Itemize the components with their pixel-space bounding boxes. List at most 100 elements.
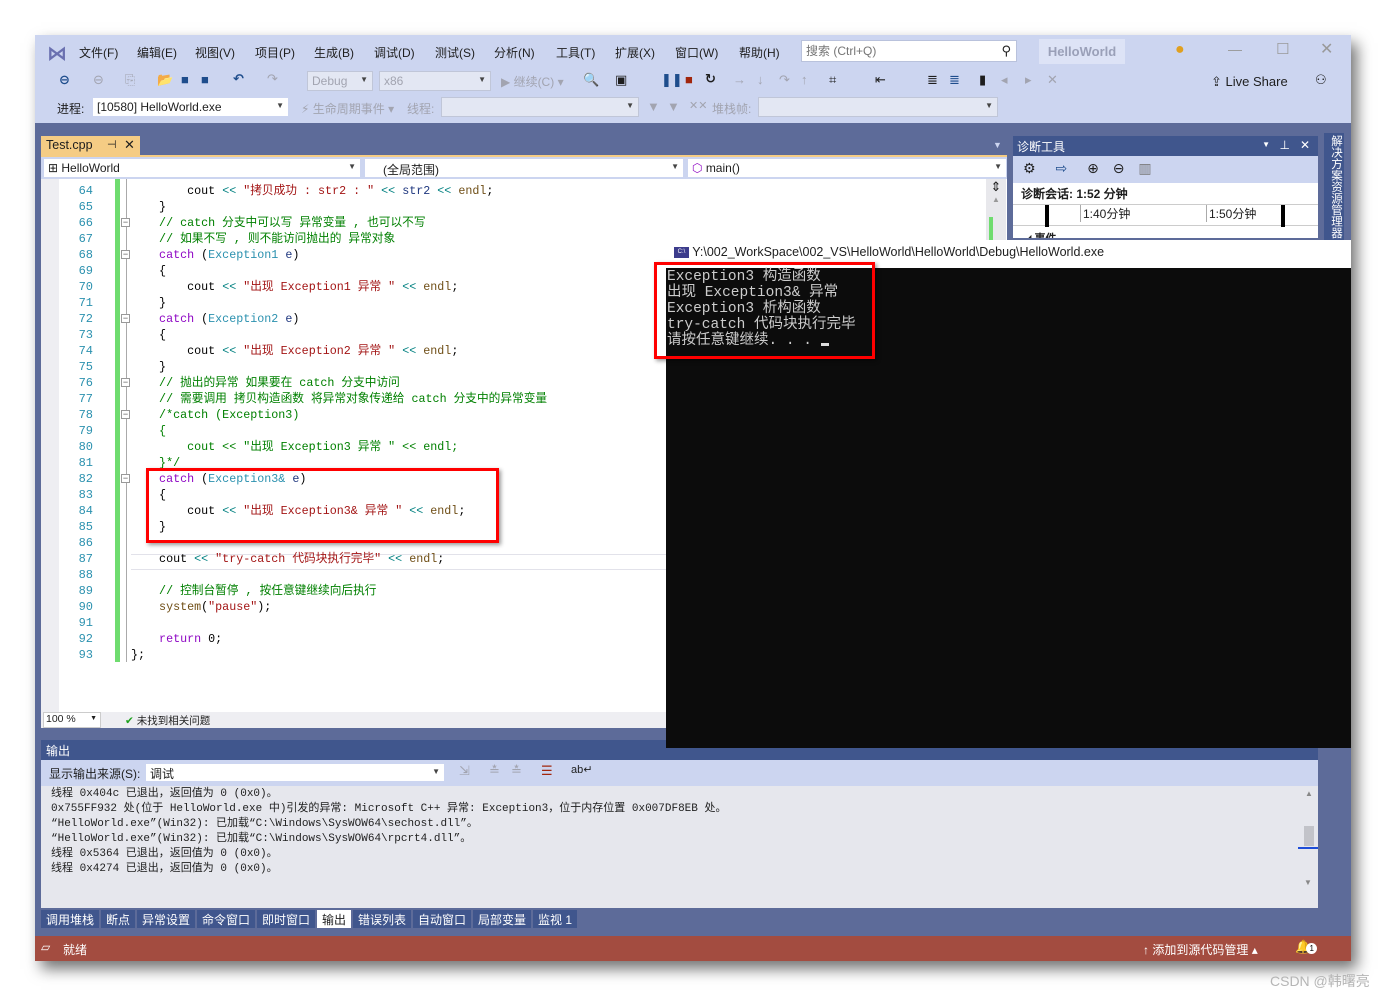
bottom-tab[interactable]: 调用堆栈 bbox=[41, 910, 100, 928]
menu-item[interactable]: 扩展(X) bbox=[615, 44, 655, 61]
zoom-select[interactable]: 100 % ▼ bbox=[43, 712, 101, 728]
bottom-tab[interactable]: 异常设置 bbox=[137, 910, 196, 928]
bottom-tab[interactable]: 自动窗口 bbox=[413, 910, 472, 928]
pin-icon[interactable]: ⊥ bbox=[1280, 138, 1290, 152]
find-icon[interactable]: 🔍 bbox=[583, 72, 599, 88]
next-message-icon[interactable]: ≛ bbox=[511, 763, 522, 779]
menu-item[interactable]: 视图(V) bbox=[195, 44, 235, 61]
tab-close-icon[interactable]: ✕ bbox=[124, 137, 135, 153]
tab-overflow-icon[interactable]: ▼ bbox=[993, 140, 1002, 150]
config-select[interactable]: Debug ▼ bbox=[307, 71, 373, 91]
bottom-tab[interactable]: 局部变量 bbox=[473, 910, 532, 928]
forward-icon[interactable]: ⊖ bbox=[93, 72, 104, 88]
output-scrollbar[interactable]: ▲ ▼ bbox=[1298, 786, 1318, 908]
search-box[interactable]: ⚲ bbox=[801, 40, 1017, 62]
step-over-icon[interactable]: ↷ bbox=[779, 72, 790, 88]
pin-icon[interactable]: ⊣ bbox=[107, 138, 117, 151]
bottom-tab[interactable]: 即时窗口 bbox=[257, 910, 316, 928]
platform-select[interactable]: x86 ▼ bbox=[379, 71, 491, 91]
lifecycle-events-button[interactable]: ⚡ 生命周期事件 ▾ bbox=[301, 100, 394, 117]
bookmark-icon[interactable]: ▮ bbox=[979, 72, 986, 88]
maximize-button[interactable]: ☐ bbox=[1276, 40, 1289, 58]
prev-bookmark-icon[interactable]: ◂ bbox=[1001, 72, 1008, 88]
back-icon[interactable]: ⊖ bbox=[59, 72, 70, 88]
filter-icon[interactable]: ▼ bbox=[647, 99, 660, 114]
prev-message-icon[interactable]: ≛ bbox=[489, 763, 500, 779]
undo-icon[interactable]: ↶ bbox=[233, 71, 244, 87]
collapse-icon[interactable]: − bbox=[121, 474, 130, 483]
output-source-select[interactable]: 调试 ▼ bbox=[145, 763, 445, 782]
collapse-icon[interactable]: − bbox=[121, 378, 130, 387]
collapse-icon[interactable]: − bbox=[121, 218, 130, 227]
uncomment-icon[interactable]: ≣ bbox=[949, 72, 960, 88]
range-end-handle[interactable] bbox=[1281, 205, 1285, 227]
next-bookmark-icon[interactable]: ▸ bbox=[1025, 72, 1032, 88]
account-icon[interactable]: ⚇ bbox=[1315, 72, 1327, 88]
scroll-up-icon[interactable]: ▲ bbox=[986, 195, 1006, 204]
add-to-source-control[interactable]: ↑ 添加到源代码管理 ▴ bbox=[1143, 941, 1258, 958]
bottom-tab[interactable]: 输出 bbox=[317, 910, 352, 928]
collapse-icon[interactable]: − bbox=[121, 410, 130, 419]
filter-clear-icon[interactable]: ▼ bbox=[667, 99, 680, 114]
menu-item[interactable]: 编辑(E) bbox=[137, 44, 177, 61]
member-select[interactable]: ⬡ main() ▼ bbox=[687, 158, 1007, 178]
issues-indicator[interactable]: ✔ 未找到相关问题 bbox=[125, 713, 210, 728]
menu-item[interactable]: 工具(T) bbox=[556, 44, 595, 61]
clear-all-icon[interactable]: ☰ bbox=[541, 763, 553, 779]
stop-icon[interactable]: ■ bbox=[685, 72, 693, 87]
bottom-tab[interactable]: 监视 1 bbox=[533, 910, 578, 928]
step-out-icon[interactable]: ↑ bbox=[801, 72, 808, 87]
zoom-in-icon[interactable]: ⊕ bbox=[1087, 160, 1099, 176]
scroll-down-icon[interactable]: ▼ bbox=[1304, 878, 1312, 887]
dropdown-icon[interactable]: ▼ bbox=[1262, 140, 1270, 149]
open-icon[interactable]: 📂 bbox=[157, 72, 173, 88]
scope-select[interactable]: (全局范围) ▼ bbox=[364, 158, 684, 178]
menu-item[interactable]: 生成(B) bbox=[314, 44, 354, 61]
zoom-out-icon[interactable]: ⊖ bbox=[1113, 160, 1125, 176]
save-all-icon[interactable]: ■ bbox=[201, 72, 209, 87]
continue-button[interactable]: ▶ 继续(C) ▾ bbox=[501, 73, 564, 90]
word-wrap-icon[interactable]: ab↵ bbox=[571, 763, 592, 776]
project-select[interactable]: ⊞ HelloWorld ▼ bbox=[43, 158, 361, 178]
thread-select[interactable]: ▼ bbox=[441, 97, 639, 117]
stack-frame-select[interactable]: ▼ bbox=[758, 97, 998, 117]
show-next-statement-icon[interactable]: → bbox=[733, 72, 746, 87]
flag-threads-icon[interactable]: ✕✕ bbox=[689, 99, 707, 112]
close-icon[interactable]: ✕ bbox=[1300, 138, 1310, 152]
menu-item[interactable]: 项目(P) bbox=[255, 44, 295, 61]
menu-item[interactable]: 窗口(W) bbox=[675, 44, 718, 61]
save-icon[interactable]: ■ bbox=[181, 72, 189, 87]
bottom-tab[interactable]: 命令窗口 bbox=[197, 910, 256, 928]
settings-icon[interactable]: ⚙ bbox=[1023, 160, 1036, 176]
menu-item[interactable]: 文件(F) bbox=[79, 44, 118, 61]
scroll-up-icon[interactable]: ▲ bbox=[1300, 789, 1318, 798]
bottom-tab[interactable]: 断点 bbox=[101, 910, 136, 928]
menu-item[interactable]: 帮助(H) bbox=[739, 44, 780, 61]
feedback-icon[interactable]: ● bbox=[1175, 41, 1185, 59]
close-button[interactable]: ✕ bbox=[1320, 39, 1333, 59]
events-section[interactable]: ◢ 事件 bbox=[1023, 230, 1057, 238]
range-start-handle[interactable] bbox=[1045, 205, 1049, 227]
breakpoints-icon[interactable]: ⌗ bbox=[829, 72, 836, 88]
export-icon[interactable]: ⇨ bbox=[1055, 160, 1067, 176]
comment-icon[interactable]: ≣ bbox=[927, 72, 938, 88]
minimize-button[interactable]: — bbox=[1228, 41, 1242, 57]
indent-icon[interactable]: ⇤ bbox=[875, 72, 886, 88]
step-into-icon[interactable]: ↓ bbox=[757, 72, 764, 87]
process-select[interactable]: [10580] HelloWorld.exe ▼ bbox=[92, 97, 289, 117]
process-icon[interactable]: ▣ bbox=[615, 72, 627, 88]
new-item-icon[interactable]: ⎘ bbox=[125, 72, 135, 88]
menu-item[interactable]: 分析(N) bbox=[494, 44, 535, 61]
menu-item[interactable]: 测试(S) bbox=[435, 44, 475, 61]
restart-icon[interactable]: ↻ bbox=[705, 71, 716, 87]
pause-icon[interactable]: ❚❚ bbox=[661, 72, 683, 88]
live-share-button[interactable]: ⇪ Live Share bbox=[1211, 74, 1288, 90]
split-icon[interactable]: ⇕ bbox=[986, 179, 1006, 195]
tab-test-cpp[interactable]: Test.cpp ⊣ ✕ bbox=[41, 136, 140, 156]
solution-explorer-side-tab[interactable]: 解决方案资源管理器 bbox=[1324, 133, 1344, 243]
chart-icon[interactable]: ▥ bbox=[1138, 160, 1151, 176]
clear-bookmarks-icon[interactable]: ✕ bbox=[1047, 72, 1058, 88]
collapse-icon[interactable]: − bbox=[121, 250, 130, 259]
menu-item[interactable]: 调试(D) bbox=[374, 44, 415, 61]
collapse-icon[interactable]: − bbox=[121, 314, 130, 323]
